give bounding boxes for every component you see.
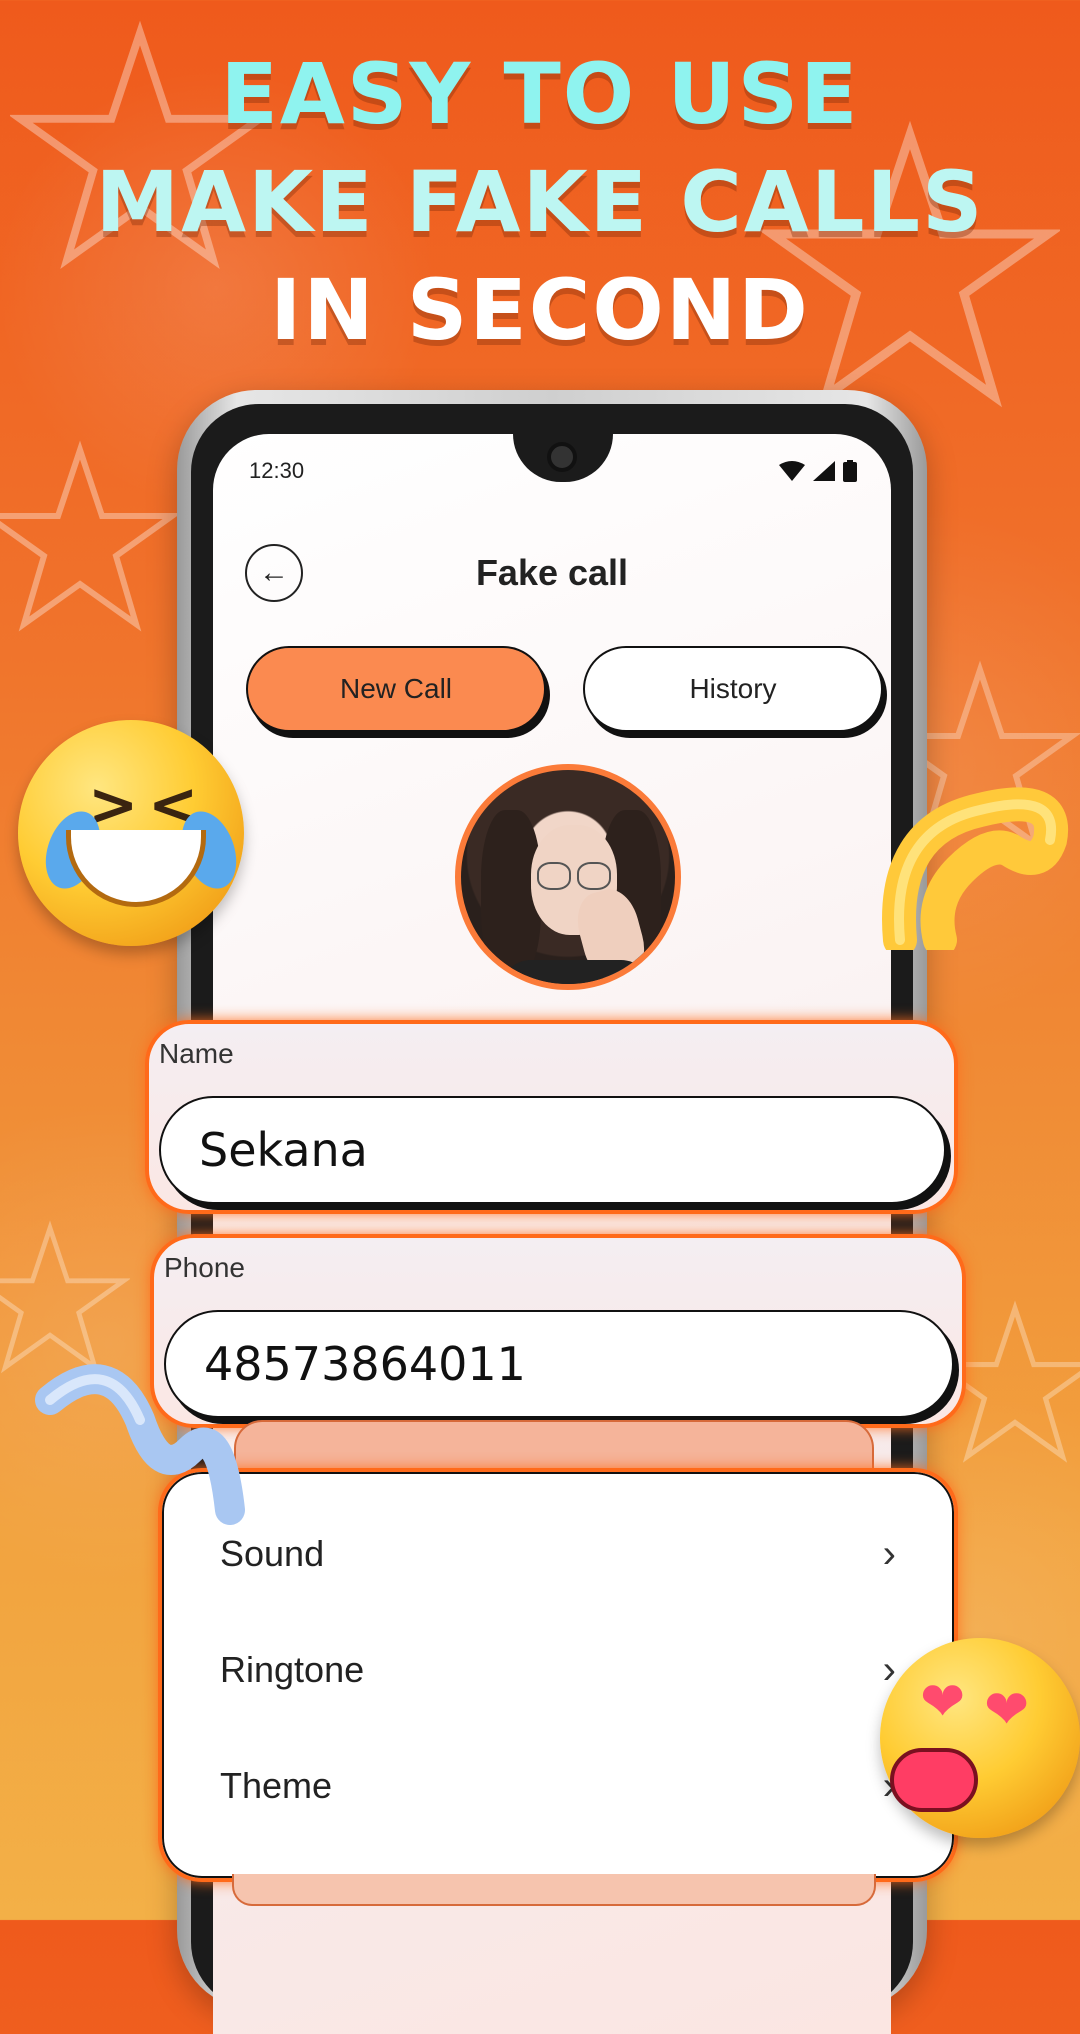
menu-item-label: Sound [220, 1533, 325, 1574]
menu-item-theme[interactable]: Theme › [220, 1746, 896, 1826]
menu-item-label: Ringtone [220, 1649, 365, 1690]
menu-item-sound[interactable]: Sound › [220, 1514, 896, 1594]
bottom-button-edge [232, 1874, 876, 1906]
chevron-right-icon: › [882, 1531, 896, 1576]
name-label: Name [159, 1038, 234, 1069]
phone-field-card: Phone 48573864011 [150, 1234, 966, 1428]
blue-swirl-decoration [30, 1360, 250, 1530]
heart-eyes-emoji-icon: ❤ ❤ [880, 1638, 1080, 1838]
laughing-emoji-icon: > < [18, 720, 247, 946]
tab-history[interactable]: History [583, 646, 883, 732]
tab-new-call[interactable]: New Call [246, 646, 546, 732]
headline-line-2: MAKE FAKE CALLS [95, 153, 985, 251]
headline-line-3: IN SECOND [270, 261, 810, 359]
caller-avatar[interactable] [455, 764, 681, 990]
phone-label: Phone [164, 1252, 245, 1283]
yellow-swirl-decoration [870, 770, 1070, 957]
settings-menu: Sound › Ringtone › Theme › [158, 1468, 958, 1882]
menu-item-label: Theme [220, 1765, 333, 1806]
camera-icon [547, 442, 577, 472]
name-input[interactable]: Sekana [159, 1096, 946, 1204]
signal-icon [813, 461, 835, 486]
headline-line-1: EASY TO USE [220, 45, 860, 143]
status-icons [779, 460, 857, 487]
name-field-card: Name Sekana [145, 1020, 958, 1214]
page-title: Fake call [475, 552, 629, 593]
star-decoration [0, 1220, 132, 1380]
status-time: 12:30 [249, 458, 305, 483]
notch [513, 434, 613, 482]
battery-icon [843, 460, 857, 487]
promo-headline: EASY TO USE MAKE FAKE CALLS IN SECOND [0, 40, 1080, 364]
wifi-icon [779, 461, 805, 486]
menu-item-ringtone[interactable]: Ringtone › [220, 1630, 896, 1710]
phone-input[interactable]: 48573864011 [164, 1310, 954, 1418]
star-decoration [0, 440, 182, 640]
